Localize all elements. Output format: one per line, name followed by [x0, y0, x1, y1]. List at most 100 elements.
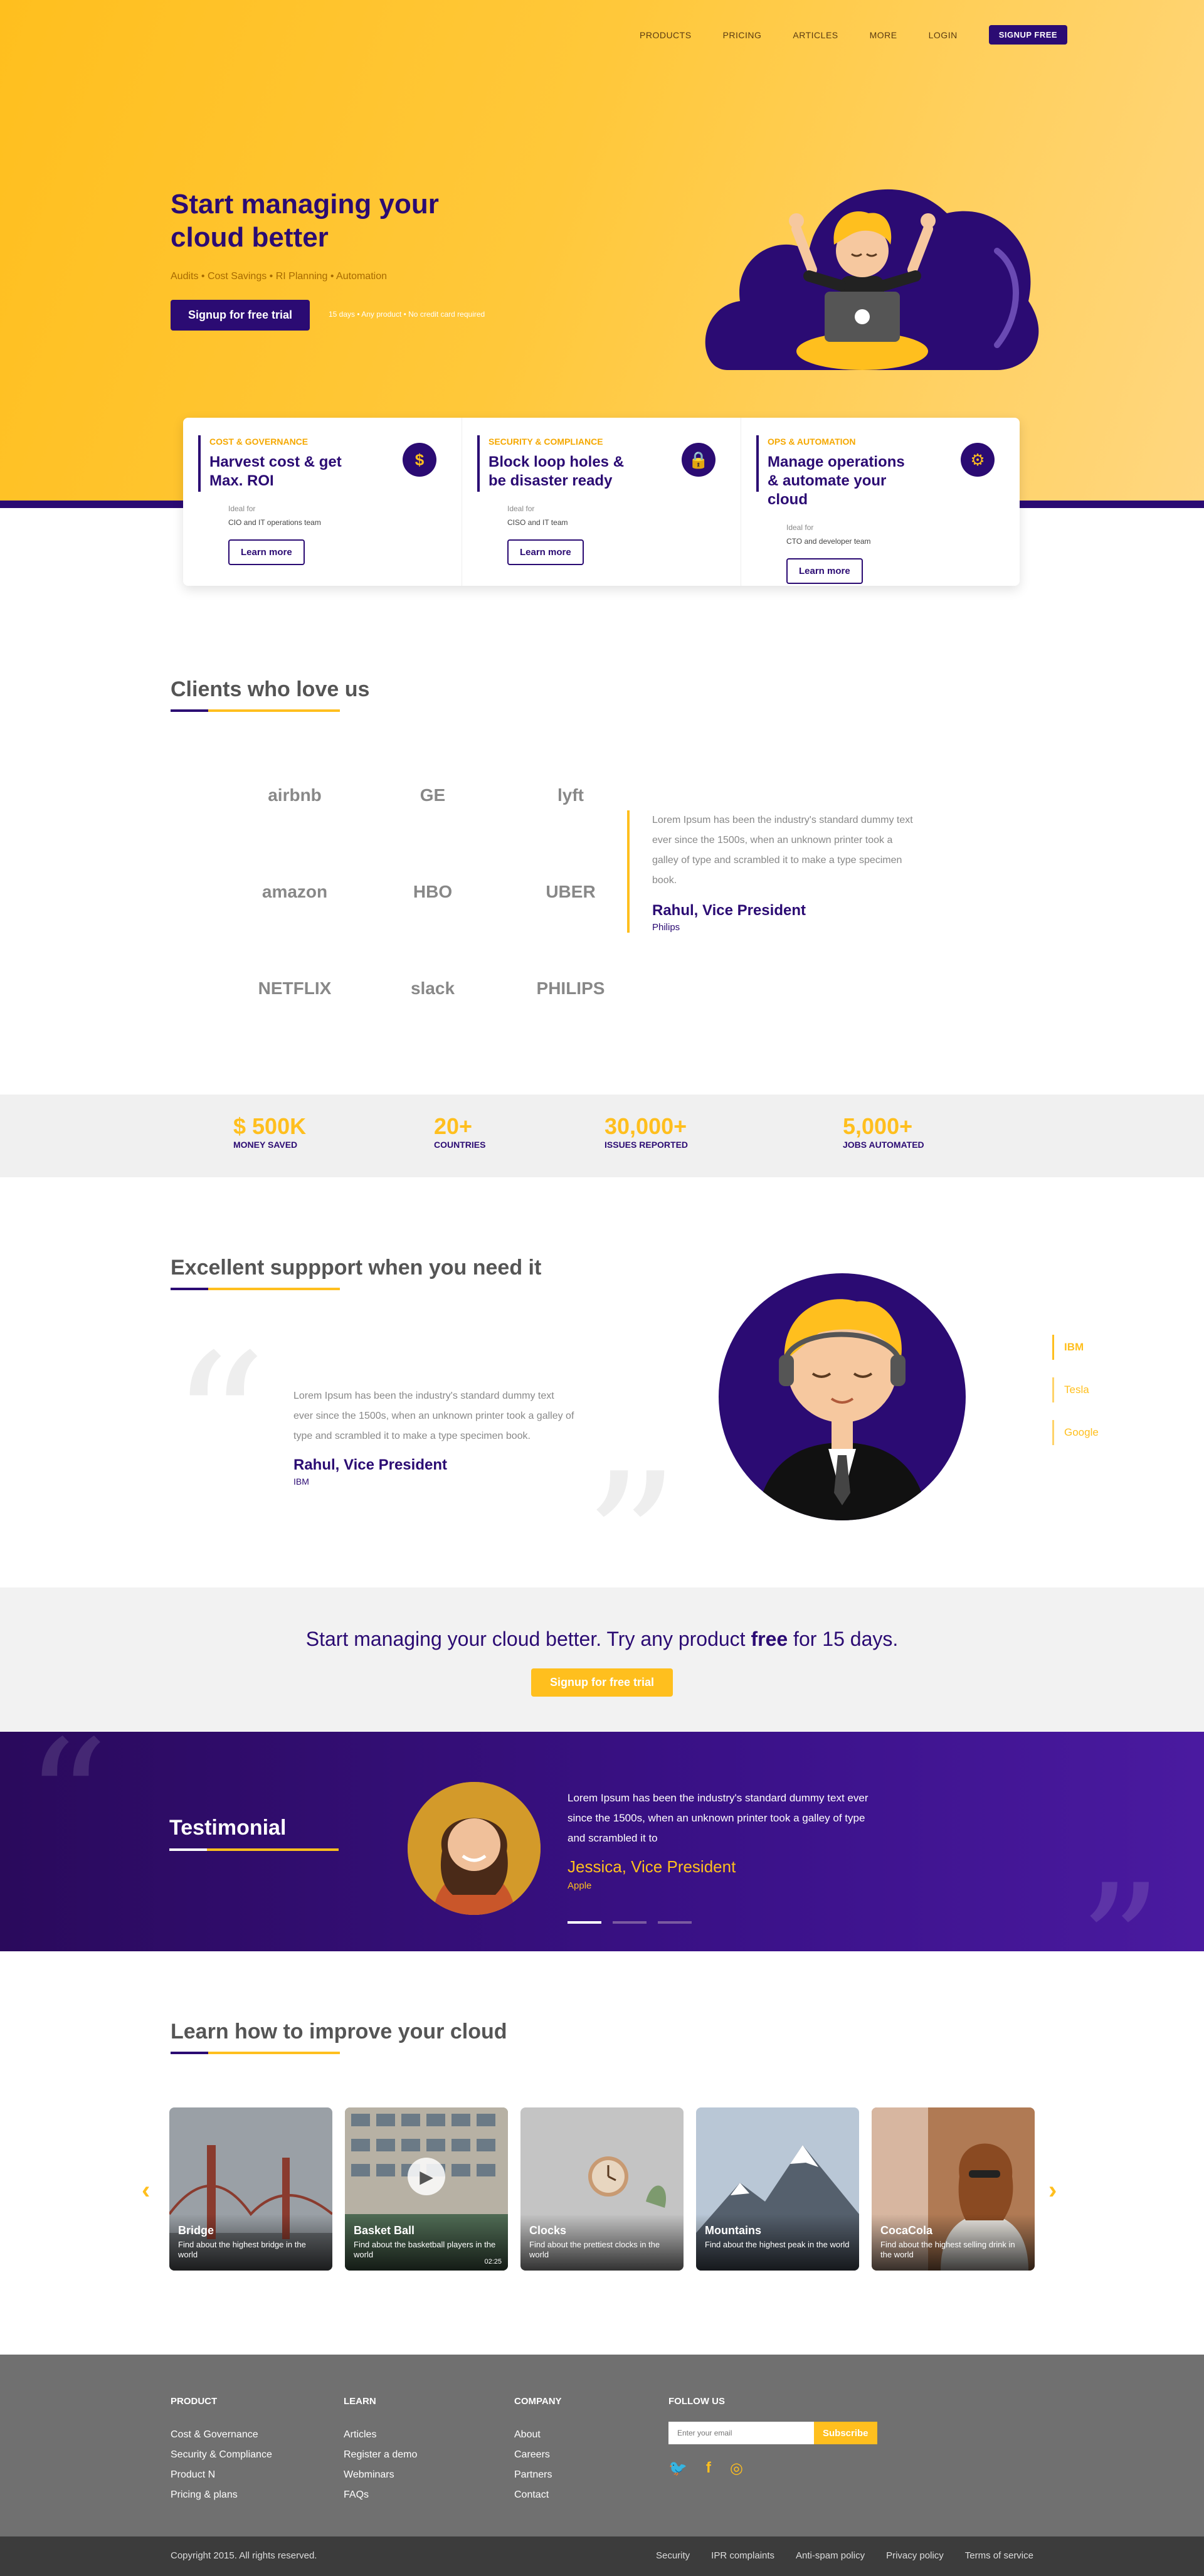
card-ops-automation: OPS & AUTOMATION Manage operations & aut…	[741, 418, 1020, 586]
stat-label: COUNTRIES	[434, 1140, 486, 1150]
card-title: Clocks	[529, 2224, 567, 2237]
close-quote-icon: ”	[1079, 1850, 1162, 1951]
card-caption: Bridge Find about the highest bridge in t…	[169, 2214, 332, 2271]
cta-text-bold: free	[751, 1628, 788, 1650]
legal-link[interactable]: Security	[656, 2550, 690, 2561]
card-title: Basket Ball	[354, 2224, 415, 2237]
nav-products[interactable]: PRODUCTS	[640, 30, 692, 40]
stat-label: JOBS AUTOMATED	[843, 1140, 924, 1150]
footer-link[interactable]: Register a demo	[344, 2449, 417, 2461]
card-desc: Find about the basketball players in the…	[354, 2240, 496, 2259]
footer-link[interactable]: Careers	[514, 2449, 562, 2461]
nav-signup-button[interactable]: SIGNUP FREE	[988, 25, 1068, 45]
footer-heading: COMPANY	[514, 2396, 562, 2407]
tab-tesla[interactable]: Tesla	[1052, 1377, 1109, 1402]
footer-heading: LEARN	[344, 2396, 376, 2407]
footer-link[interactable]: Partners	[514, 2469, 562, 2481]
support-heading: Excellent suppport when you need it	[171, 1256, 541, 1290]
legal-link[interactable]: Anti-spam policy	[796, 2550, 865, 2561]
support-name: Rahul, Vice President	[293, 1456, 447, 1473]
stat-countries: 20+ COUNTRIES	[434, 1113, 485, 1150]
chevron-left-icon[interactable]: ‹	[142, 2176, 150, 2205]
hero-section: PRODUCTS PRICING ARTICLES MORE LOGIN SIG…	[0, 0, 1204, 586]
hero-tags: Audits • Cost Savings • RI Planning • Au…	[171, 271, 387, 282]
subscribe-button[interactable]: Subscribe	[814, 2422, 877, 2444]
footer-link[interactable]: Pricing & plans	[171, 2489, 272, 2501]
pagination-dot[interactable]	[568, 1921, 601, 1924]
card-team: CISO and IT team	[507, 518, 568, 527]
stat-money-saved: $ 500K MONEY SAVED	[233, 1113, 306, 1150]
footer-link[interactable]: Security & Compliance	[171, 2449, 272, 2461]
learn-more-button[interactable]: Learn more	[228, 539, 305, 565]
card-desc: Find about the prettiest clocks in the w…	[529, 2240, 660, 2259]
card-accent-bar	[477, 435, 480, 492]
footer-link[interactable]: Product N	[171, 2469, 272, 2481]
tab-ibm[interactable]: IBM	[1052, 1335, 1109, 1360]
nav-pricing[interactable]: PRICING	[723, 30, 762, 40]
card-title: CocaCola	[880, 2224, 933, 2237]
legal-link[interactable]: Privacy policy	[886, 2550, 944, 2561]
nav-login[interactable]: LOGIN	[929, 30, 958, 40]
card-security-compliance: SECURITY & COMPLIANCE Block loop holes &…	[462, 418, 741, 586]
legal-links: Security IPR complaints Anti-spam policy…	[656, 2550, 1033, 2561]
philips-logo: PHILIPS	[536, 978, 605, 998]
email-field[interactable]	[668, 2422, 814, 2444]
stat-issues: 30,000+ ISSUES REPORTED	[605, 1113, 688, 1150]
article-card[interactable]: Mountains Find about the highest peak in …	[696, 2107, 859, 2271]
airbnb-logo: airbnb	[268, 785, 322, 805]
card-category: COST & GOVERNANCE	[209, 437, 309, 447]
footer-link[interactable]: Webminars	[344, 2469, 417, 2481]
cta-signup-button[interactable]: Signup for free trial	[531, 1668, 673, 1697]
facebook-icon[interactable]: f	[706, 2459, 711, 2478]
article-card[interactable]: CocaCola Find about the highest selling d…	[872, 2107, 1035, 2271]
footer-link[interactable]: Articles	[344, 2429, 417, 2441]
stats-band: $ 500K MONEY SAVED 20+ COUNTRIES 30,000+…	[0, 1095, 1204, 1177]
dollar-icon: $	[403, 443, 436, 477]
testimonial-title: Testimonial	[169, 1816, 287, 1840]
social-links: 🐦 f ◎	[668, 2459, 877, 2478]
newsletter-form: Subscribe	[668, 2422, 877, 2444]
cta-text: Start managing your cloud better. Try an…	[305, 1628, 751, 1650]
footer-link[interactable]: About	[514, 2429, 562, 2441]
article-card[interactable]: Bridge Find about the highest bridge in t…	[169, 2107, 332, 2271]
twitter-icon[interactable]: 🐦	[668, 2459, 687, 2478]
pagination-dot[interactable]	[658, 1921, 692, 1924]
learn-more-button[interactable]: Learn more	[786, 558, 863, 584]
netflix-logo: NETFLIX	[258, 978, 332, 998]
copyright: Copyright 2015. All rights reserved.	[171, 2550, 317, 2561]
nav-articles[interactable]: ARTICLES	[793, 30, 838, 40]
footer-link[interactable]: FAQs	[344, 2489, 417, 2501]
learn-heading: Learn how to improve your cloud	[171, 2020, 507, 2054]
play-icon[interactable]: ▶	[408, 2158, 445, 2195]
section-title: Learn how to improve your cloud	[171, 2020, 507, 2043]
chevron-right-icon[interactable]: ›	[1048, 2176, 1057, 2205]
tab-google[interactable]: Google	[1052, 1420, 1109, 1445]
nav-more[interactable]: MORE	[870, 30, 897, 40]
hero-signup-button[interactable]: Signup for free trial	[171, 300, 310, 331]
article-card[interactable]: ▶ Basket Ball Find about the basketball p…	[345, 2107, 508, 2271]
client-quote-text: Lorem Ipsum has been the industry's stan…	[652, 815, 913, 886]
testimonial-avatar	[408, 1782, 541, 1915]
bottom-bar: Copyright 2015. All rights reserved. Sec…	[0, 2536, 1204, 2576]
hbo-logo: HBO	[413, 882, 453, 901]
footer-follow-column: FOLLOW US Subscribe 🐦 f ◎	[668, 2396, 877, 2478]
lock-icon: 🔒	[682, 443, 716, 477]
client-name: Rahul, Vice President	[652, 902, 806, 919]
title-underline	[171, 2052, 340, 2054]
pagination-dot[interactable]	[613, 1921, 647, 1924]
footer-company-column: COMPANY About Careers Partners Contact	[514, 2396, 562, 2510]
learn-more-button[interactable]: Learn more	[507, 539, 584, 565]
footer-product-column: PRODUCT Cost & Governance Security & Com…	[171, 2396, 272, 2510]
instagram-icon[interactable]: ◎	[730, 2459, 743, 2478]
footer-link[interactable]: Cost & Governance	[171, 2429, 272, 2441]
stat-value: 5,000+	[843, 1113, 913, 1139]
article-carousel: Bridge Find about the highest bridge in t…	[169, 2107, 1035, 2271]
legal-link[interactable]: IPR complaints	[711, 2550, 774, 2561]
section-title: Excellent suppport when you need it	[171, 1256, 542, 1280]
support-company-tabs: IBM Tesla Google	[1052, 1335, 1109, 1463]
card-category: SECURITY & COMPLIANCE	[488, 437, 603, 447]
article-card[interactable]: Clocks Find about the prettiest clocks in…	[520, 2107, 684, 2271]
footer-link[interactable]: Contact	[514, 2489, 562, 2501]
client-logos: airbnb GE lyft amazon HBO UBER NETFLIX s…	[226, 770, 640, 1014]
legal-link[interactable]: Terms of service	[965, 2550, 1033, 2561]
